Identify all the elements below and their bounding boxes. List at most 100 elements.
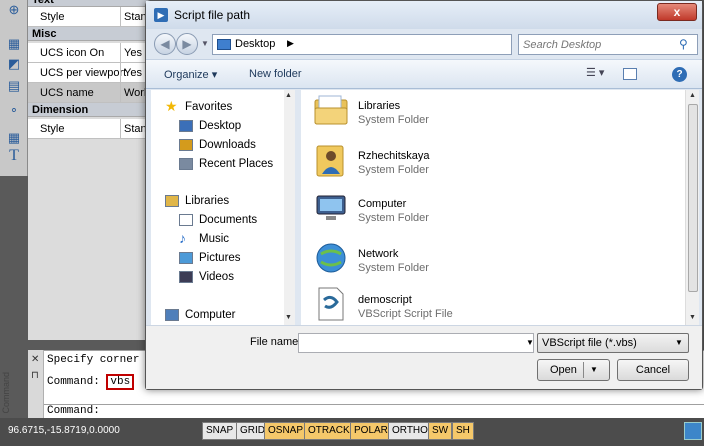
toggle-osnap[interactable]: OSNAP	[264, 422, 308, 440]
property-category[interactable]: Text	[28, 0, 150, 7]
file-item-computer[interactable]: Computer System Folder	[313, 190, 673, 234]
script-file-dialog: ▶ Script file path x ◀ ▶ ▼ Desktop ▶ ▼ ⟳…	[145, 0, 703, 390]
file-type: System Folder	[358, 212, 429, 224]
open-button-label: Open	[550, 364, 577, 376]
scroll-down-icon[interactable]: ▼	[689, 314, 696, 321]
status-bar: 96.6715,-15.8719,0.0000 SNAP GRID OSNAP OTR…	[0, 418, 704, 446]
file-name: demoscript	[358, 294, 412, 306]
address-bar[interactable]: Desktop ▶ ▼	[212, 34, 571, 55]
toggle-ortho[interactable]: ORTHO	[388, 422, 432, 440]
scroll-up-icon[interactable]: ▲	[285, 92, 292, 99]
file-type: System Folder	[358, 262, 429, 274]
point-icon[interactable]: ∘	[6, 102, 22, 118]
dialog-titlebar[interactable]: ▶ Script file path x	[146, 1, 702, 29]
documents-icon	[179, 214, 193, 226]
downloads-icon	[179, 139, 193, 151]
forward-icon[interactable]: ▶	[176, 33, 198, 55]
file-name: Network	[358, 248, 399, 260]
property-name: Style	[40, 11, 65, 23]
file-name: Libraries	[358, 100, 401, 112]
grid-table-icon[interactable]: ▦	[6, 130, 22, 146]
desktop-icon	[179, 120, 193, 132]
chevron-down-icon[interactable]: ▼	[675, 334, 683, 352]
highlighted-command: vbs	[106, 374, 135, 390]
tray-settings-icon[interactable]	[684, 422, 702, 440]
properties-panel: TextStyleStandardMiscUCS icon OnYesUCS p…	[28, 0, 150, 340]
toggle-snap[interactable]: SNAP	[202, 422, 238, 440]
file-name-label: File name:	[250, 336, 302, 348]
user-folder-icon	[313, 142, 349, 178]
nav-item-label: Pictures	[199, 252, 241, 264]
organize-button[interactable]: Organize ▾	[164, 68, 217, 81]
computer-icon	[313, 190, 349, 226]
nav-item-label: Desktop	[199, 120, 242, 132]
nav-scrollbar[interactable]: ▲ ▼	[284, 90, 295, 325]
open-dropdown-icon[interactable]: ▼	[590, 360, 598, 380]
recent-pages-icon[interactable]: ▼	[201, 39, 209, 48]
file-type: System Folder	[358, 164, 429, 176]
search-icon[interactable]: ⚲	[679, 37, 688, 51]
command-input[interactable]: Command:	[44, 404, 704, 418]
property-row[interactable]: UCS per viewport Yes	[28, 63, 150, 83]
file-item-rzhechitskaya[interactable]: Rzhechitskaya System Folder	[313, 142, 673, 186]
nav-item-label: Favorites	[185, 101, 233, 113]
close-button[interactable]: x	[657, 3, 697, 21]
close-icon[interactable]: ✕	[31, 354, 39, 365]
scroll-thumb[interactable]	[688, 104, 698, 292]
open-button[interactable]: Open ▼	[537, 359, 610, 381]
file-scrollbar[interactable]: ▲ ▼	[685, 90, 699, 325]
property-row[interactable]: StyleStandard	[28, 7, 150, 27]
file-name-dropdown-icon[interactable]: ▼	[526, 338, 534, 347]
property-category[interactable]: Misc	[28, 27, 150, 41]
pin-icon[interactable]: ⊓	[31, 370, 39, 381]
toggle-sw[interactable]: SW	[428, 422, 453, 440]
toggle-sh[interactable]: SH	[452, 422, 474, 440]
property-row[interactable]: StyleStandard	[28, 119, 150, 139]
property-category[interactable]: Dimension	[28, 103, 150, 117]
nav-item-label: Music	[199, 233, 230, 245]
command-bar: Organize ▾ New folder ☰ ▾ ?	[146, 59, 702, 89]
preview-pane-icon[interactable]	[623, 68, 637, 80]
table-icon[interactable]: ▤	[6, 78, 22, 94]
navigation-pane: ★ Favorites Desktop Downloads Recent Places L…	[151, 90, 295, 325]
ucs-icon[interactable]: ⊕	[6, 2, 22, 18]
toggle-otrack[interactable]: OTRACK	[304, 422, 354, 440]
address-crumb[interactable]: Desktop	[235, 38, 275, 50]
split-divider	[583, 362, 584, 378]
desktop-folder-icon	[217, 39, 231, 50]
command-window-sidebar: ✕ ⊓	[28, 350, 44, 418]
nav-item-label: Downloads	[199, 139, 256, 151]
hatch-icon[interactable]: ▦	[6, 36, 22, 52]
help-icon[interactable]: ?	[672, 67, 687, 82]
libraries-folder-icon	[313, 92, 349, 128]
toggle-polar[interactable]: POLAR	[350, 422, 392, 440]
cancel-button[interactable]: Cancel	[617, 359, 689, 381]
dialog-footer: File name: ▼ VBScript file (*.vbs) ▼ Ope…	[146, 325, 702, 389]
property-row[interactable]: UCS icon On Yes	[28, 43, 150, 63]
property-row[interactable]: UCS name World	[28, 83, 150, 103]
file-list: Libraries System Folder Rzhechitskaya Syste…	[301, 90, 699, 325]
breadcrumb-arrow-icon[interactable]: ▶	[287, 38, 294, 49]
region-icon[interactable]: ◩	[6, 56, 22, 72]
back-icon[interactable]: ◀	[154, 33, 176, 55]
scroll-down-icon[interactable]: ▼	[285, 314, 292, 321]
file-type-select[interactable]: VBScript file (*.vbs) ▼	[537, 333, 689, 353]
property-name: Style	[40, 123, 65, 135]
file-item-network[interactable]: Network System Folder	[313, 240, 673, 284]
star-icon: ★	[165, 98, 178, 114]
file-name: Rzhechitskaya	[358, 150, 430, 162]
computer-icon	[165, 309, 179, 321]
property-name: UCS per viewport	[40, 67, 127, 79]
change-view-icon[interactable]: ☰ ▾	[586, 66, 604, 79]
file-item-demoscript[interactable]: demoscript VBScript Script File	[313, 286, 673, 330]
command-history-line: Specify corner o	[47, 354, 153, 366]
text-tool-icon[interactable]: T	[6, 148, 22, 164]
music-icon: ♪	[179, 230, 186, 246]
new-folder-button[interactable]: New folder	[249, 68, 302, 80]
file-name-input[interactable]	[298, 333, 534, 353]
file-item-libraries[interactable]: Libraries System Folder	[313, 92, 673, 136]
search-box[interactable]: ⚲	[518, 34, 698, 55]
search-input[interactable]	[519, 35, 669, 54]
libraries-icon	[165, 195, 179, 207]
scroll-up-icon[interactable]: ▲	[689, 92, 696, 99]
